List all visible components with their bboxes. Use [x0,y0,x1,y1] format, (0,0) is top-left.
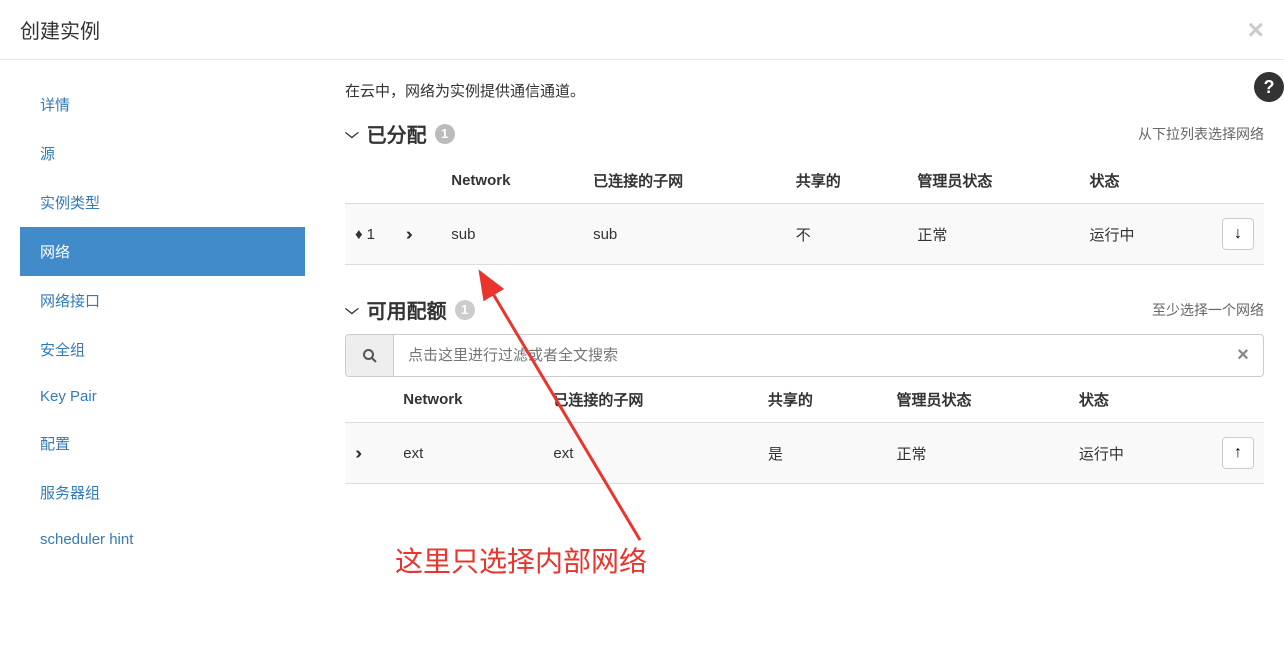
col-admin: 管理员状态 [887,377,1069,423]
chevron-right-icon[interactable]: › [355,443,362,464]
cell-network: ext [393,423,543,484]
sidebar-item-scheduler-hint[interactable]: scheduler hint [20,517,305,562]
sidebar-item-source[interactable]: 源 [20,129,305,178]
allocated-section-title[interactable]: ⌵ 已分配 1 [345,119,455,148]
cell-shared: 是 [758,423,887,484]
col-status: 状态 [1069,377,1208,423]
wizard-sidebar: 详情 源 实例类型 网络 网络接口 安全组 Key Pair 配置 服务器组 s… [0,60,305,582]
cell-admin: 正常 [887,423,1069,484]
col-network: Network [393,377,543,423]
col-subnet: 已连接的子网 [543,377,757,423]
filter-input[interactable] [394,335,1223,376]
reorder-handle[interactable]: ♦1 [355,226,386,243]
chevron-down-icon: ⌵ [345,301,359,318]
cell-subnet: ext [543,423,757,484]
col-admin: 管理员状态 [907,158,1079,204]
modal-body: 详情 源 实例类型 网络 网络接口 安全组 Key Pair 配置 服务器组 s… [0,60,1284,582]
col-shared: 共享的 [758,377,887,423]
allocated-section-header: ⌵ 已分配 1 从下拉列表选择网络 [345,119,1264,148]
cell-subnet: sub [583,204,786,265]
allocated-row: ♦1 › sub sub 不 正常 运行中 ↓ [345,204,1264,265]
col-subnet: 已连接的子网 [583,158,786,204]
available-section-title[interactable]: ⌵ 可用配额 1 [345,295,475,324]
arrow-up-icon: ↑ [1234,444,1242,462]
chevron-right-icon[interactable]: › [406,224,413,245]
sidebar-item-network-ports[interactable]: 网络接口 [20,276,305,325]
cell-status: 运行中 [1080,204,1212,265]
cell-admin: 正常 [907,204,1079,265]
filter-bar: × [345,334,1264,377]
clear-filter-icon[interactable]: × [1223,335,1263,376]
cell-network: sub [441,204,583,265]
row-order: 1 [367,226,375,243]
col-status: 状态 [1080,158,1212,204]
available-section-header: ⌵ 可用配额 1 至少选择一个网络 [345,295,1264,324]
cell-status: 运行中 [1069,423,1208,484]
allocated-helper: 从下拉列表选择网络 [1138,124,1264,144]
col-shared: 共享的 [786,158,908,204]
content-panel: 在云中，网络为实例提供通信通道。 ⌵ 已分配 1 从下拉列表选择网络 Netwo… [305,60,1284,582]
sort-icon: ♦ [355,226,363,243]
sidebar-item-configuration[interactable]: 配置 [20,419,305,468]
sidebar-item-network[interactable]: 网络 [20,227,305,276]
modal-title: 创建实例 [20,15,100,44]
close-icon[interactable]: × [1248,16,1264,44]
add-button[interactable]: ↑ [1222,437,1254,469]
available-count-badge: 1 [455,300,475,320]
chevron-down-icon: ⌵ [345,125,359,142]
sidebar-item-security-groups[interactable]: 安全组 [20,325,305,374]
arrow-down-icon: ↓ [1234,225,1242,243]
sidebar-item-keypair[interactable]: Key Pair [20,374,305,419]
sidebar-item-details[interactable]: 详情 [20,80,305,129]
intro-text: 在云中，网络为实例提供通信通道。 [345,80,1264,101]
available-title-text: 可用配额 [367,295,447,324]
cell-shared: 不 [786,204,908,265]
allocated-count-badge: 1 [435,124,455,144]
search-icon[interactable] [346,335,394,376]
remove-button[interactable]: ↓ [1222,218,1254,250]
sidebar-item-flavor[interactable]: 实例类型 [20,178,305,227]
allocated-title-text: 已分配 [367,119,427,148]
available-table: Network 已连接的子网 共享的 管理员状态 状态 › ext ext 是 [345,377,1264,484]
sidebar-item-server-groups[interactable]: 服务器组 [20,468,305,517]
allocated-table: Network 已连接的子网 共享的 管理员状态 状态 ♦1 › sub sub… [345,158,1264,265]
available-row: › ext ext 是 正常 运行中 ↑ [345,423,1264,484]
available-helper: 至少选择一个网络 [1152,300,1264,320]
col-network: Network [441,158,583,204]
modal-header: 创建实例 × [0,0,1284,60]
